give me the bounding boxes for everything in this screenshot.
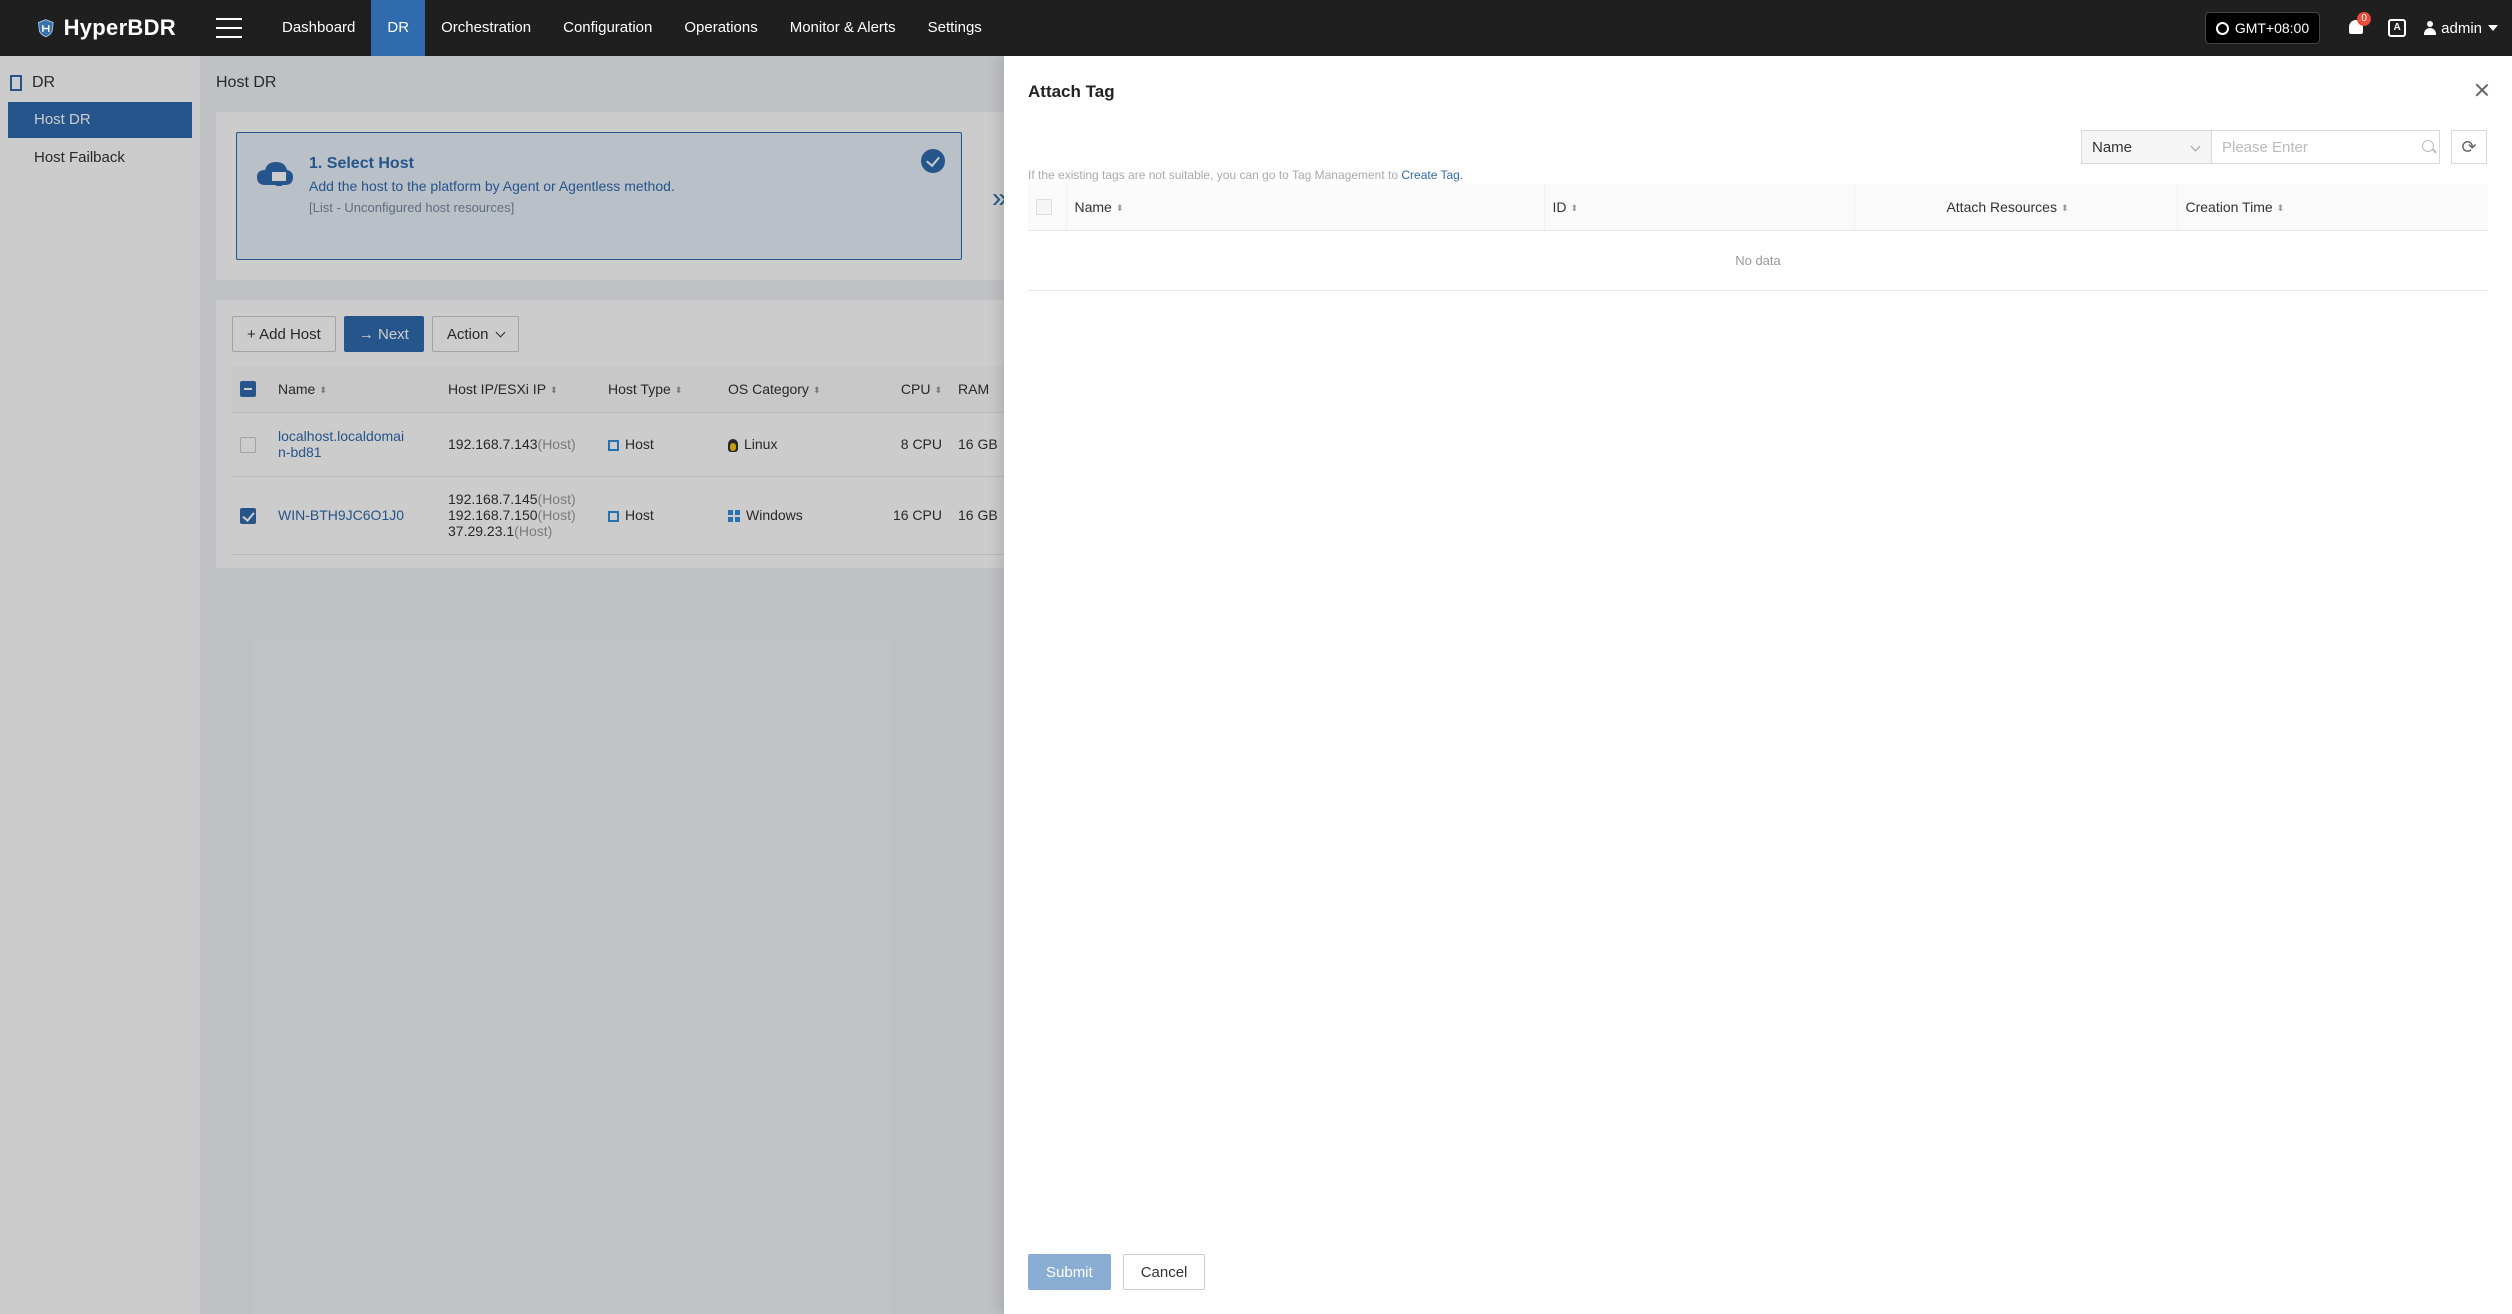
top-right-tools: GMT+08:00 0 A admin — [2204, 0, 2512, 56]
nav-configuration[interactable]: Configuration — [547, 0, 668, 56]
create-tag-link[interactable]: Create Tag. — [1401, 168, 1463, 182]
empty-state: No data — [1028, 230, 2488, 291]
sort-icon: ⬍ — [1115, 202, 1124, 213]
user-menu[interactable]: admin — [2424, 20, 2498, 37]
col-creation-time[interactable]: Creation Time ⬍ — [2177, 184, 2488, 231]
language-icon[interactable]: A — [2388, 19, 2407, 37]
search-icon[interactable] — [2422, 140, 2434, 152]
shield-logo-icon — [37, 19, 54, 38]
caret-down-icon — [2488, 25, 2498, 31]
col-id[interactable]: ID ⬍ — [1544, 184, 1855, 231]
submit-button[interactable]: Submit — [1028, 1254, 1111, 1290]
search-field-value: Name — [2092, 138, 2133, 156]
notification-bell-icon[interactable]: 0 — [2346, 12, 2372, 38]
app-name: HyperBDR — [63, 15, 176, 40]
drawer-footer: Submit Cancel — [1028, 1254, 1217, 1290]
col-attach-resources[interactable]: Attach Resources ⬍ — [1854, 184, 2178, 231]
main-nav: Dashboard DR Orchestration Configuration… — [266, 0, 998, 56]
menu-toggle-icon[interactable] — [216, 18, 242, 38]
nav-monitor-alerts[interactable]: Monitor & Alerts — [774, 0, 912, 56]
user-name: admin — [2441, 19, 2482, 37]
search-input[interactable] — [2212, 130, 2440, 164]
nav-orchestration[interactable]: Orchestration — [425, 0, 547, 56]
select-all-checkbox[interactable] — [1036, 199, 1052, 216]
nav-operations[interactable]: Operations — [668, 0, 773, 56]
col-name[interactable]: Name ⬍ — [1066, 184, 1545, 231]
top-navbar: HyperBDR Dashboard DR Orchestration Conf… — [0, 0, 2512, 56]
refresh-button[interactable]: ⟳ — [2451, 130, 2487, 164]
sort-icon: ⬍ — [1570, 202, 1579, 213]
nav-dr[interactable]: DR — [371, 0, 426, 56]
user-icon — [2424, 21, 2437, 35]
sort-icon: ⬍ — [2060, 202, 2069, 213]
drawer-title: Attach Tag — [1028, 82, 1115, 101]
timezone-label: GMT+08:00 — [2234, 20, 2310, 36]
search-field-select[interactable]: Name — [2081, 130, 2212, 164]
cancel-button[interactable]: Cancel — [1122, 1254, 1206, 1290]
nav-settings[interactable]: Settings — [912, 0, 998, 56]
tag-table: Name ⬍ ID ⬍ Attach Resources ⬍ Creation Tim… — [1028, 184, 2488, 291]
sort-icon: ⬍ — [2276, 202, 2285, 213]
tag-search: Name — [2081, 130, 2440, 164]
timezone-button[interactable]: GMT+08:00 — [2204, 12, 2321, 44]
notification-badge: 0 — [2357, 12, 2372, 26]
close-icon[interactable] — [2474, 82, 2490, 98]
nav-dashboard[interactable]: Dashboard — [266, 0, 371, 56]
logo[interactable]: HyperBDR — [36, 9, 176, 47]
chevron-down-icon — [2190, 141, 2201, 152]
attach-tag-drawer: Attach Tag Name ⟳ If the existing tags a… — [1004, 56, 2512, 1314]
create-tag-hint: If the existing tags are not suitable, y… — [1028, 168, 1464, 182]
clock-icon — [2215, 21, 2229, 35]
